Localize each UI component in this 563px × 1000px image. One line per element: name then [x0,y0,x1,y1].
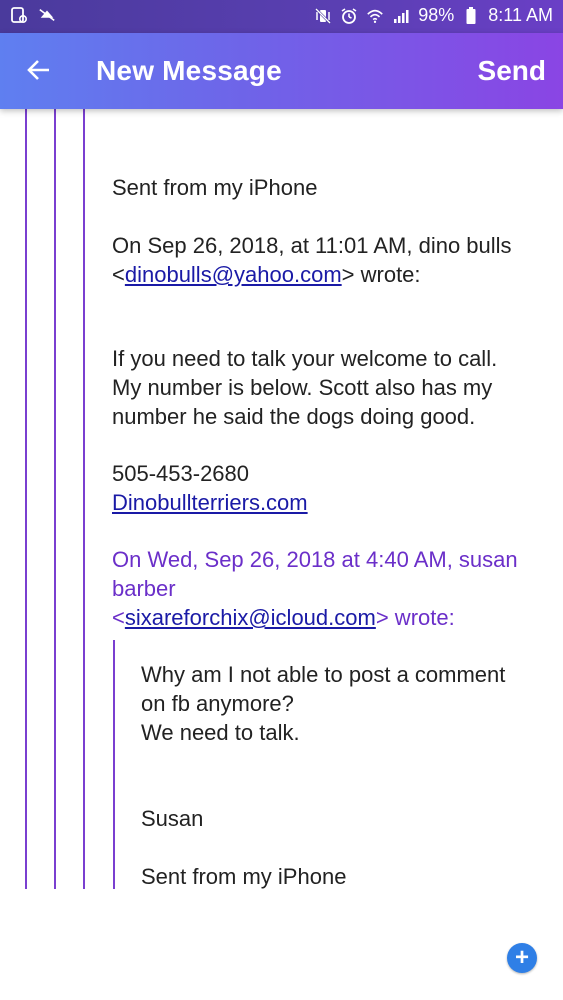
battery-icon [462,6,480,25]
quoted-message: Why am I not able to post a comment on f… [141,660,505,747]
body-line: number he said the dogs doing good. [112,404,476,429]
page-title: New Message [96,55,282,86]
quote-bar [25,109,27,889]
wrote-suffix: > wrote: [375,605,455,630]
quote-line: on fb anymore? [141,691,294,716]
quote-bar [54,109,56,889]
reply-header-1: On Sep 26, 2018, at 11:01 AM, dino bulls… [112,231,512,289]
quote-bar [83,109,85,889]
contact-block: 505-453-2680 Dinobullterriers.com [112,459,308,517]
body-line: My number is below. Scott also has my [112,375,493,400]
message-body[interactable]: Sent from my iPhone On Sep 26, 2018, at … [0,109,563,1000]
reply-header-2: On Wed, Sep 26, 2018 at 4:40 AM, susan b… [112,545,518,632]
status-right-icons: 98% 8:11 AM [314,5,553,26]
add-button[interactable]: + [507,943,537,973]
vibrate-mute-icon [314,7,332,25]
quote-line: Why am I not able to post a comment [141,662,506,687]
email-link-dinobulls[interactable]: dinobulls@yahoo.com [125,262,342,287]
back-button[interactable] [22,55,56,89]
plus-icon: + [514,944,529,971]
sent-from-iphone-2: Sent from my iPhone [141,864,347,889]
quote-bar [113,640,115,889]
signature: Susan [141,806,204,831]
arrow-left-icon [26,57,52,88]
body-line: If you need to talk your welcome to call… [112,346,498,371]
reply-header-1-line: On Sep 26, 2018, at 11:01 AM, dino bulls [112,233,512,258]
status-bar: 98% 8:11 AM [0,0,563,33]
quote-line: We need to talk. [141,720,300,745]
reply-header-2-line: barber [112,576,176,601]
battery-percentage: 98% [418,5,455,25]
app-bar: New Message Send [0,33,563,109]
message-paragraph: If you need to talk your welcome to call… [112,344,497,431]
clock: 8:11 AM [488,5,553,25]
muted-notification-icon [38,6,56,24]
website-link[interactable]: Dinobullterriers.com [112,490,308,515]
status-left-icons [10,6,56,24]
wrote-suffix: > wrote: [341,262,421,287]
sent-from-iphone-1: Sent from my iPhone [112,175,318,200]
signal-icon [392,7,410,25]
email-bracket-open: < [112,262,125,287]
email-bracket-open: < [112,605,125,630]
wifi-icon [366,7,384,25]
alarm-icon [340,7,358,25]
screen-record-icon [10,6,28,24]
phone-number: 505-453-2680 [112,461,250,486]
email-link-sixareforchix[interactable]: sixareforchix@icloud.com [125,605,376,630]
send-button[interactable]: Send [478,55,546,87]
reply-header-2-line: On Wed, Sep 26, 2018 at 4:40 AM, susan [112,547,518,572]
